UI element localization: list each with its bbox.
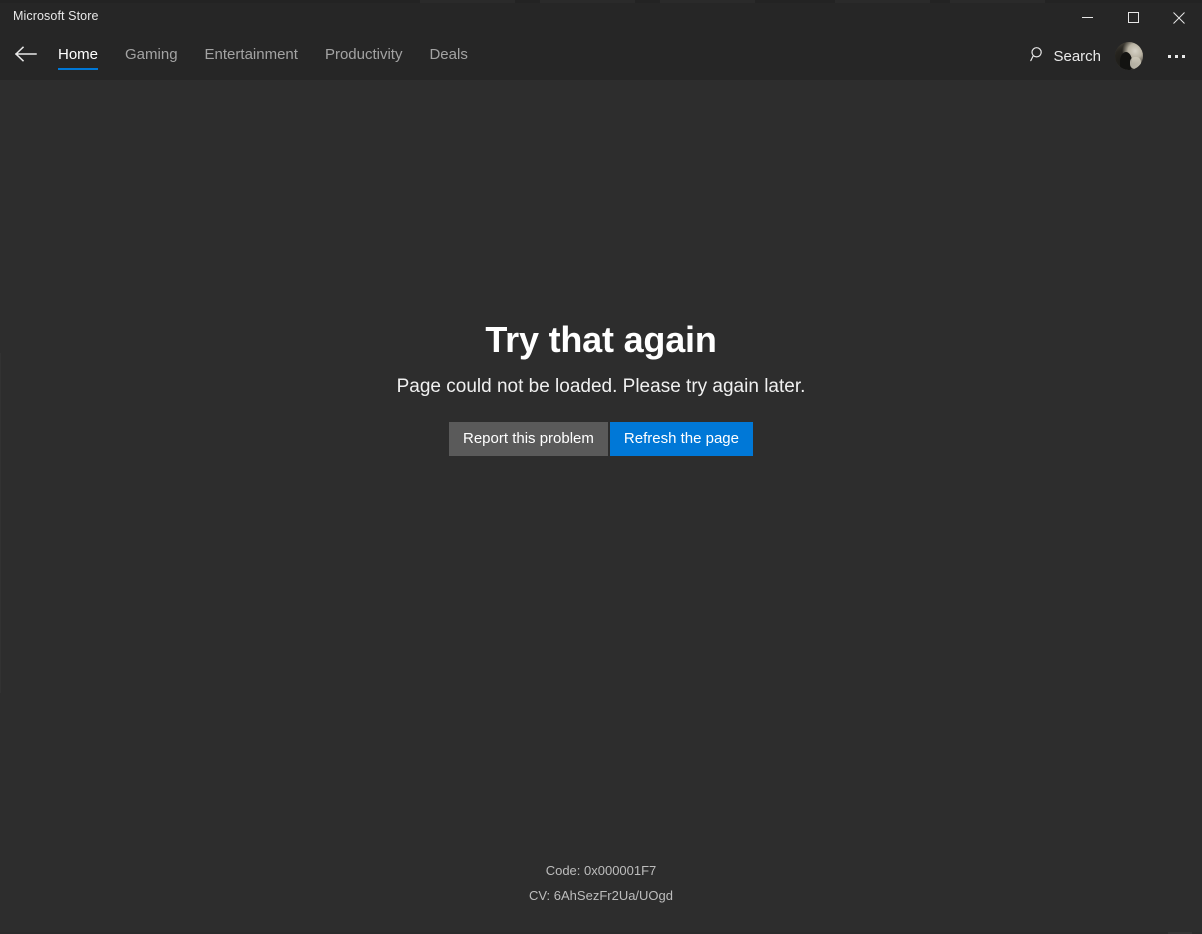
error-code: Code: 0x000001F7 <box>545 863 657 878</box>
navigation-bar: Home Gaming Entertainment Productivity D… <box>0 32 1202 80</box>
back-button[interactable] <box>8 38 44 74</box>
window-controls <box>1064 3 1202 32</box>
nav-tab-label: Productivity <box>324 46 403 63</box>
error-title: Try that again <box>485 319 717 360</box>
refresh-page-button[interactable]: Refresh the page <box>609 421 753 456</box>
error-correlation-vector: CV: 6AhSezFr2Ua/UOgd <box>528 888 674 903</box>
nav-actions: Search <box>1022 32 1202 80</box>
nav-tab-label: Entertainment <box>204 46 298 63</box>
back-arrow-icon <box>14 45 37 67</box>
title-bar: Microsoft Store <box>0 3 1202 32</box>
nav-tab-home[interactable]: Home <box>58 32 99 80</box>
minimize-button[interactable] <box>1064 3 1110 32</box>
error-state: Try that again Page could not be loaded.… <box>0 80 1202 456</box>
nav-tab-deals[interactable]: Deals <box>429 32 467 80</box>
nav-tab-gaming[interactable]: Gaming <box>125 32 178 80</box>
maximize-button[interactable] <box>1110 3 1156 32</box>
ellipsis-icon <box>1167 54 1185 58</box>
error-message: Page could not be loaded. Please try aga… <box>396 375 806 397</box>
page-content: Try that again Page could not be loaded.… <box>0 80 1202 934</box>
nav-tab-list: Home Gaming Entertainment Productivity D… <box>58 32 495 80</box>
nav-tab-label: Home <box>58 46 99 63</box>
close-button[interactable] <box>1156 3 1202 32</box>
account-avatar[interactable] <box>1115 42 1143 70</box>
error-action-buttons: Report this problem Refresh the page <box>0 421 1202 456</box>
search-icon <box>1030 46 1046 67</box>
microsoft-store-window: Microsoft Store Home Gaming Entertainmen… <box>0 0 1202 934</box>
search-label: Search <box>1053 47 1101 65</box>
avatar-image-highlight <box>1130 56 1142 69</box>
window-title: Microsoft Store <box>13 9 99 23</box>
search-button[interactable]: Search <box>1022 40 1109 73</box>
nav-tab-label: Deals <box>429 46 468 63</box>
error-diagnostic-codes: Code: 0x000001F7 CV: 6AhSezFr2Ua/UOgd <box>0 858 1202 908</box>
nav-tab-entertainment[interactable]: Entertainment <box>205 32 298 80</box>
report-problem-button[interactable]: Report this problem <box>449 421 608 456</box>
nav-tab-productivity[interactable]: Productivity <box>325 32 403 80</box>
more-menu-button[interactable] <box>1155 36 1197 76</box>
nav-tab-label: Gaming <box>125 46 178 63</box>
